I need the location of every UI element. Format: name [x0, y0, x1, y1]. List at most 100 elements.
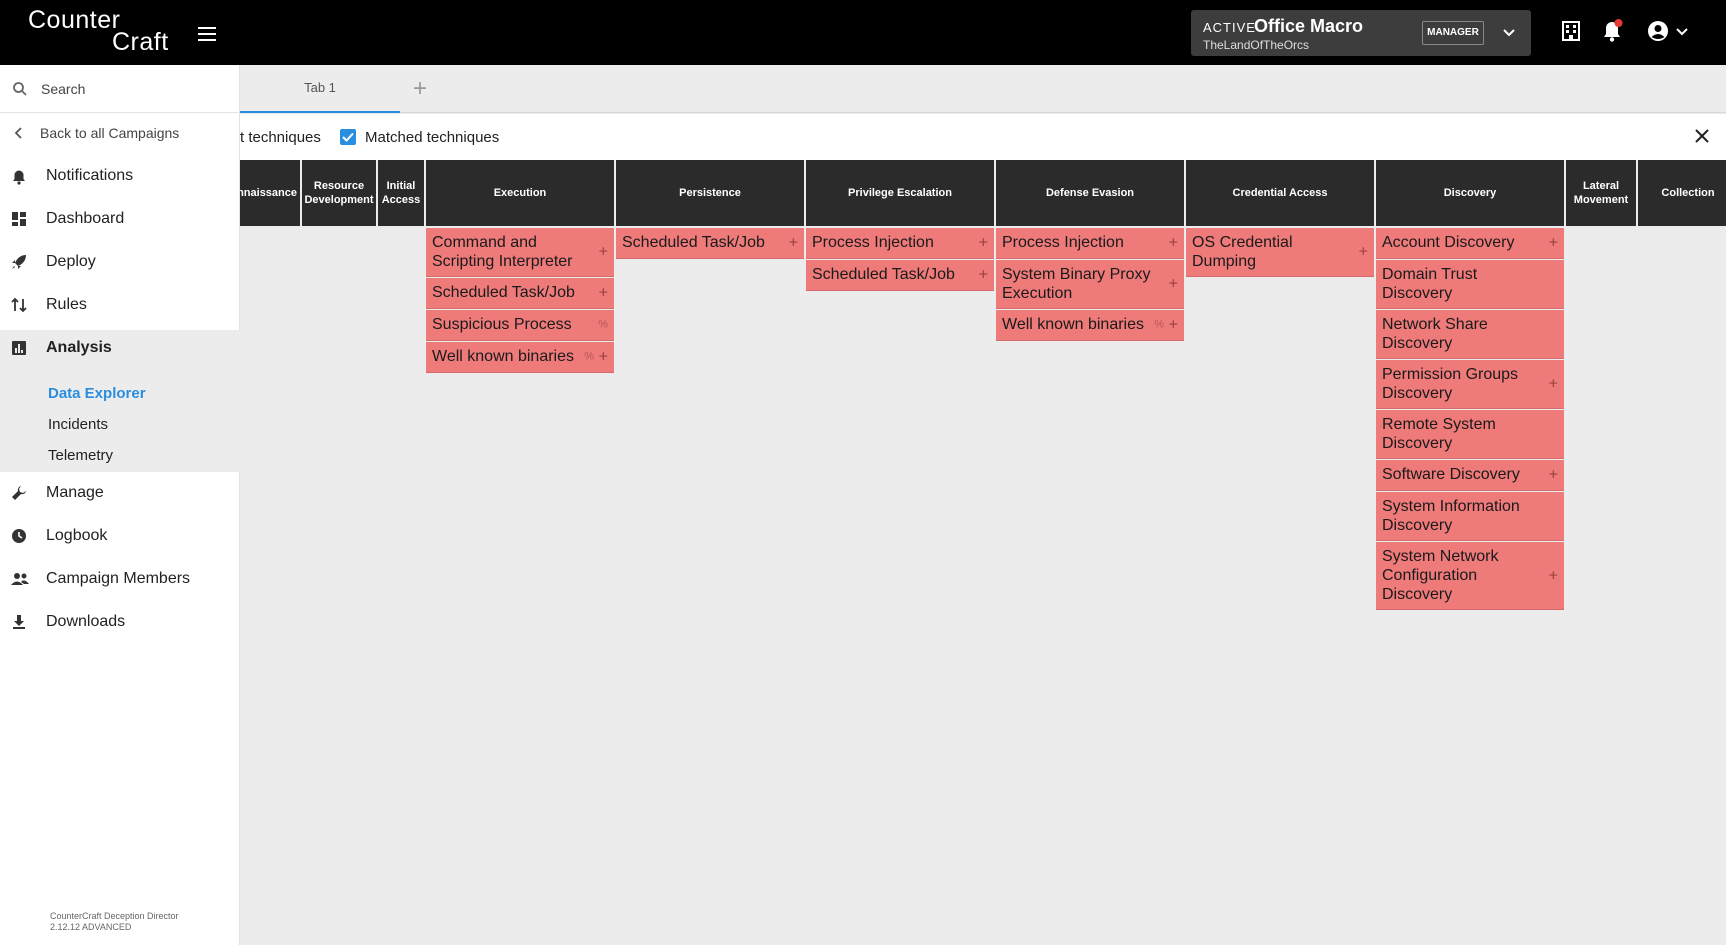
attack-matrix: nnaissance Resource Development Initial Ac…	[240, 160, 1726, 945]
custom-technique-icon: %	[1154, 318, 1164, 331]
add-tab-icon[interactable]: +	[413, 77, 427, 101]
technique-cell[interactable]: Network Share Discovery	[1376, 310, 1564, 359]
version-line-2: 2.12.12 ADVANCED	[50, 922, 132, 932]
technique-cell[interactable]: OS Credential Dumping +	[1186, 228, 1374, 277]
countercraft-logo[interactable]: Counter Craft	[28, 8, 169, 56]
technique-cell[interactable]: System Information Discovery	[1376, 492, 1564, 541]
tactic-column: Initial Access	[378, 160, 424, 228]
expand-plus-icon[interactable]: +	[789, 234, 798, 253]
technique-cell[interactable]: Account Discovery +	[1376, 228, 1564, 259]
expand-plus-icon[interactable]: +	[1549, 566, 1558, 585]
tactic-header: Privilege Escalation	[806, 160, 994, 226]
tactic-column: Resource Development	[302, 160, 376, 228]
expand-plus-icon[interactable]: +	[1359, 243, 1368, 262]
sidebar-search[interactable]: Search	[0, 65, 240, 113]
sidebar-item-logbook[interactable]: Logbook	[0, 515, 240, 558]
technique-name: Command and Scripting Interpreter	[432, 234, 573, 270]
all-techniques-label[interactable]: t techniques	[240, 129, 321, 146]
expand-plus-icon[interactable]: +	[1169, 316, 1178, 335]
technique-name: Well known binaries	[1002, 316, 1144, 333]
technique-cell[interactable]: Well known binaries% +	[996, 310, 1184, 341]
technique-cell[interactable]: Scheduled Task/Job +	[806, 260, 994, 291]
technique-cell[interactable]: Scheduled Task/Job +	[616, 228, 804, 259]
chevron-left-icon	[14, 127, 22, 139]
close-icon[interactable]	[1694, 128, 1710, 144]
sidebar-subitem-data-explorer[interactable]: Data Explorer	[48, 385, 146, 402]
analysis-group: Analysis Data Explorer Incidents Telemet…	[0, 330, 240, 472]
sidebar-item-deploy[interactable]: Deploy	[0, 241, 240, 284]
sidebar-item-label: Downloads	[46, 613, 126, 630]
sidebar-item-manage[interactable]: Manage	[0, 472, 240, 515]
tactic-column: nnaissance	[240, 160, 300, 228]
technique-cell[interactable]: Command and Scripting Interpreter +	[426, 228, 614, 277]
technique-cell[interactable]: System Binary Proxy Execution +	[996, 260, 1184, 309]
logo-line-2: Craft	[112, 28, 169, 56]
rules-icon	[11, 297, 27, 313]
technique-cell[interactable]: Process Injection +	[806, 228, 994, 259]
tactic-header: Initial Access	[378, 160, 424, 226]
campaign-selector[interactable]: ACTIVE Office Macro TheLandOfTheOrcs MAN…	[1191, 10, 1531, 56]
sidebar-item-downloads[interactable]: Downloads	[0, 601, 240, 644]
expand-plus-icon[interactable]: +	[599, 284, 608, 303]
bell-icon	[13, 170, 25, 185]
tactic-column: Discovery Account Discovery + Domain Trust …	[1376, 160, 1564, 611]
sidebar-item-label: Analysis	[46, 339, 112, 356]
expand-plus-icon[interactable]: +	[599, 348, 608, 367]
matched-techniques-checkbox[interactable]	[340, 129, 356, 145]
sidebar-item-label: Rules	[46, 296, 87, 313]
search-placeholder: Search	[41, 81, 86, 97]
technique-cell[interactable]: Process Injection +	[996, 228, 1184, 259]
technique-list: Command and Scripting Interpreter + Schedu…	[426, 228, 614, 373]
rocket-icon	[12, 255, 26, 269]
expand-plus-icon[interactable]: +	[979, 266, 988, 285]
technique-cell[interactable]: Well known binaries% +	[426, 342, 614, 373]
version-line-1: CounterCraft Deception Director	[50, 911, 179, 921]
matched-techniques-label[interactable]: Matched techniques	[365, 129, 499, 146]
sidebar-item-analysis[interactable]: Analysis	[0, 327, 240, 370]
back-to-campaigns[interactable]: Back to all Campaigns	[0, 113, 240, 153]
tactic-column: Lateral Movement	[1566, 160, 1636, 228]
technique-name: Scheduled Task/Job	[812, 266, 955, 283]
wrench-icon	[12, 486, 26, 500]
expand-plus-icon[interactable]: +	[1549, 234, 1558, 253]
technique-cell[interactable]: Software Discovery +	[1376, 460, 1564, 491]
back-label: Back to all Campaigns	[40, 125, 180, 141]
technique-cell[interactable]: Suspicious Process%	[426, 310, 614, 341]
sidebar-item-notifications[interactable]: Notifications	[0, 155, 240, 198]
custom-technique-icon: %	[598, 318, 608, 331]
clock-icon	[12, 529, 26, 543]
tab-1[interactable]: Tab 1	[240, 65, 400, 113]
expand-plus-icon[interactable]: +	[1169, 275, 1178, 294]
tactic-header: nnaissance	[240, 160, 300, 226]
technique-cell[interactable]: Permission Groups Discovery +	[1376, 360, 1564, 409]
sidebar-item-dashboard[interactable]: Dashboard	[0, 198, 240, 241]
expand-plus-icon[interactable]: +	[599, 243, 608, 262]
expand-plus-icon[interactable]: +	[1549, 375, 1558, 394]
expand-plus-icon[interactable]: +	[1549, 466, 1558, 485]
filter-bar: t techniques Matched techniques	[240, 114, 1726, 160]
sidebar-item-rules[interactable]: Rules	[0, 284, 240, 327]
technique-cell[interactable]: Remote System Discovery	[1376, 410, 1564, 459]
technique-name: OS Credential Dumping	[1192, 234, 1293, 270]
sidebar-item-label: Campaign Members	[46, 570, 191, 587]
technique-name: System Binary Proxy Execution	[1002, 266, 1151, 302]
technique-name: Well known binaries	[432, 348, 574, 365]
sidebar-item-campaign-members[interactable]: Campaign Members	[0, 558, 240, 601]
technique-cell[interactable]: Domain Trust Discovery	[1376, 260, 1564, 309]
expand-plus-icon[interactable]: +	[1169, 234, 1178, 253]
account-chevron-icon[interactable]	[1675, 27, 1689, 37]
building-icon[interactable]	[1561, 20, 1581, 42]
technique-list: Scheduled Task/Job +	[616, 228, 804, 259]
tactic-column: Privilege Escalation Process Injection + Sc…	[806, 160, 994, 292]
menu-icon[interactable]	[198, 27, 216, 41]
notifications-bell-icon[interactable]	[1600, 18, 1624, 44]
sidebar-subitem-telemetry[interactable]: Telemetry	[48, 447, 113, 464]
campaign-org: TheLandOfTheOrcs	[1203, 38, 1310, 52]
technique-cell[interactable]: System Network Configuration Discovery +	[1376, 542, 1564, 610]
tactic-column: Execution Command and Scripting Interpret…	[426, 160, 614, 374]
technique-cell[interactable]: Scheduled Task/Job +	[426, 278, 614, 309]
expand-plus-icon[interactable]: +	[979, 234, 988, 253]
chevron-down-icon[interactable]	[1501, 24, 1517, 40]
sidebar-subitem-incidents[interactable]: Incidents	[48, 416, 108, 433]
account-circle-icon[interactable]	[1647, 20, 1669, 42]
